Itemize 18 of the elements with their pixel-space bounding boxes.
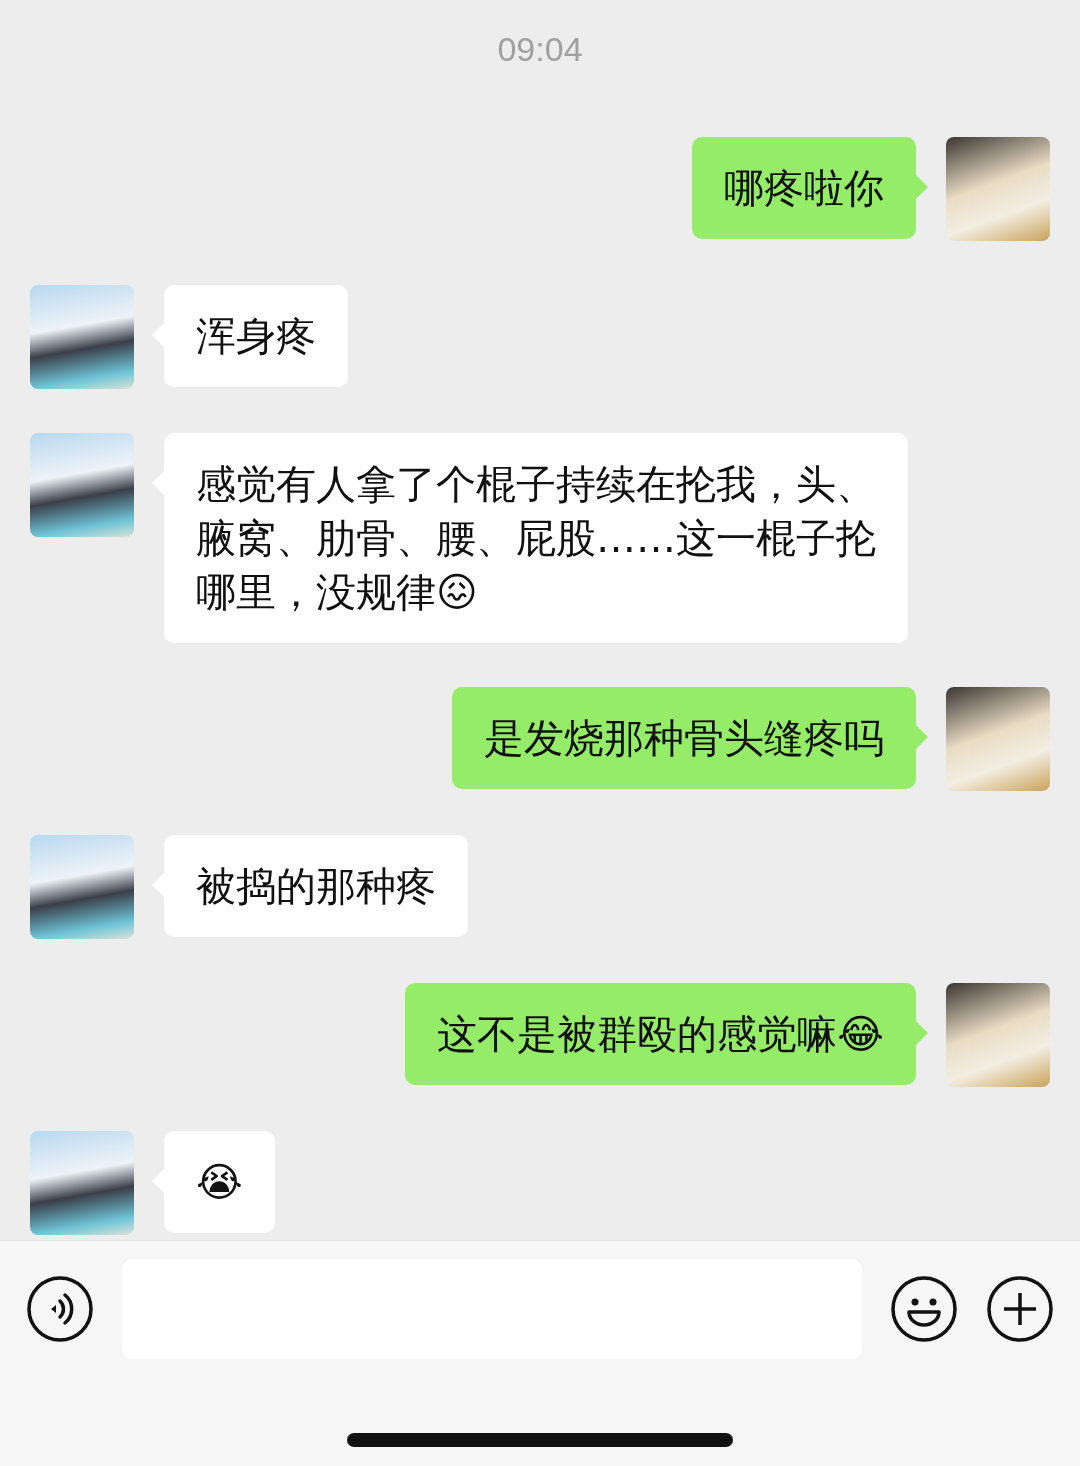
avatar-photo-placeholder[interactable] — [30, 1131, 134, 1235]
add-icon[interactable] — [986, 1275, 1054, 1343]
avatar-photo-placeholder[interactable] — [30, 835, 134, 939]
message-bubble: 哪疼啦你 — [692, 137, 916, 239]
avatar-photo-placeholder[interactable] — [946, 137, 1050, 241]
avatar-photo-placeholder[interactable] — [946, 983, 1050, 1087]
message-bubble: 被捣的那种疼 — [164, 835, 468, 937]
message-bubble: 感觉有人拿了个棍子持续在抡我，头、腋窝、肋骨、腰、屁股……这一棍子抡哪里，没规律😖 — [164, 433, 908, 643]
message-bubble: 这不是被群殴的感觉嘛😂 — [405, 983, 916, 1085]
message-bubble: 浑身疼 — [164, 285, 348, 387]
avatar-photo-placeholder[interactable] — [946, 687, 1050, 791]
avatar-photo-placeholder[interactable] — [30, 285, 134, 389]
message-bubble: 😭 — [164, 1131, 275, 1233]
emoji-icon[interactable] — [890, 1275, 958, 1343]
message-bubble: 是发烧那种骨头缝疼吗 — [452, 687, 916, 789]
voice-icon[interactable] — [26, 1275, 94, 1343]
timestamp: 09:04 — [497, 30, 583, 69]
avatar-photo-placeholder[interactable] — [30, 433, 134, 537]
